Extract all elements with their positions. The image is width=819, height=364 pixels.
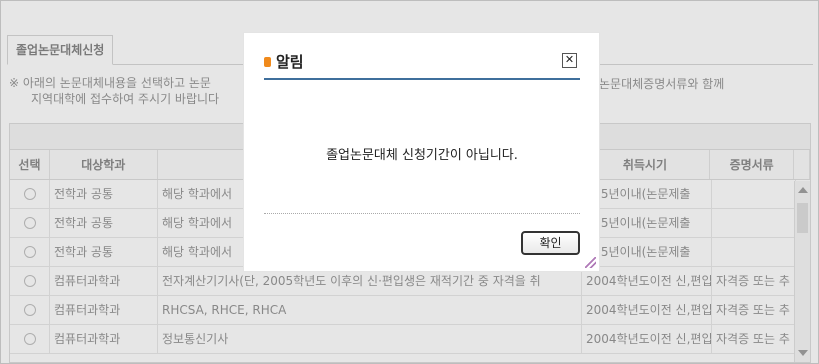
bullet-icon	[264, 56, 271, 67]
title-divider	[264, 78, 580, 80]
dialog-divider	[264, 213, 580, 214]
dialog-title: 알림	[264, 51, 304, 72]
dialog-message: 졸업논문대체 신청기간이 아닙니다.	[326, 148, 518, 163]
alert-dialog: 알림 ✕ 졸업논문대체 신청기간이 아닙니다. 확인	[243, 32, 600, 272]
close-icon[interactable]: ✕	[562, 53, 577, 68]
resize-handle-icon[interactable]	[585, 257, 596, 268]
dialog-title-text: 알림	[276, 53, 304, 71]
ok-button[interactable]: 확인	[521, 231, 580, 255]
